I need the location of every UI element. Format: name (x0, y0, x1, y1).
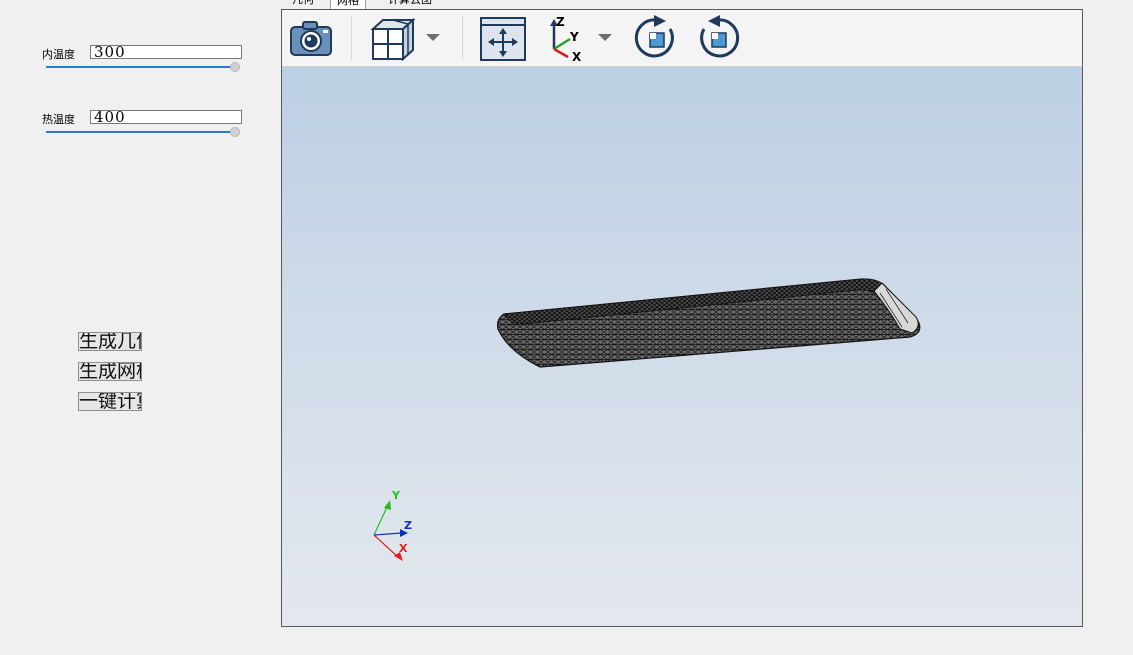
inner-temp-input[interactable]: 300 (90, 45, 242, 59)
axes-icon[interactable]: Z Y X (540, 15, 588, 64)
viewer-panel: Z Y X Y Z X (281, 9, 1083, 627)
axis-triad: Y Z X (373, 489, 412, 561)
view-cube-icon[interactable] (367, 15, 416, 62)
toolbar-separator (351, 16, 352, 60)
fit-view-icon[interactable] (478, 15, 526, 61)
rotate-ccw-icon[interactable] (694, 15, 742, 61)
inner-temp-label: 内温度 (42, 48, 75, 61)
axes-dropdown-icon[interactable] (594, 15, 616, 61)
tab-result-contour[interactable]: 计算云图 (382, 0, 438, 8)
rotate-cw-icon[interactable] (632, 15, 680, 61)
svg-text:X: X (572, 50, 582, 61)
tab-mesh[interactable]: 网格 (330, 0, 366, 9)
3d-viewport[interactable]: Y Z X (282, 67, 1082, 626)
one-click-compute-button[interactable]: 一键计算 (78, 392, 142, 411)
toolbar-separator (462, 16, 463, 60)
viewer-toolbar: Z Y X (282, 10, 1082, 67)
camera-icon[interactable] (287, 15, 335, 61)
axis-x-label: X (399, 542, 408, 555)
inner-temp-slider-handle[interactable] (230, 62, 240, 72)
hot-temp-slider-handle[interactable] (230, 127, 240, 137)
hot-temp-label: 热温度 (42, 113, 75, 126)
generate-geometry-button[interactable]: 生成几何 (78, 332, 142, 351)
svg-text:Y: Y (569, 30, 579, 44)
inner-temp-slider-track[interactable] (46, 66, 234, 68)
mesh-model (497, 278, 921, 368)
generate-mesh-button[interactable]: 生成网格 (78, 362, 142, 381)
tab-geometry[interactable]: 几何 (286, 0, 320, 8)
axis-z-label: Z (404, 519, 412, 532)
hot-temp-input[interactable]: 400 (90, 110, 242, 124)
axis-y-label: Y (391, 489, 401, 502)
view-dropdown-icon[interactable] (422, 15, 444, 61)
svg-text:Z: Z (556, 15, 565, 29)
mesh-canvas: Y Z X (373, 278, 921, 561)
hot-temp-slider-track[interactable] (46, 131, 234, 133)
